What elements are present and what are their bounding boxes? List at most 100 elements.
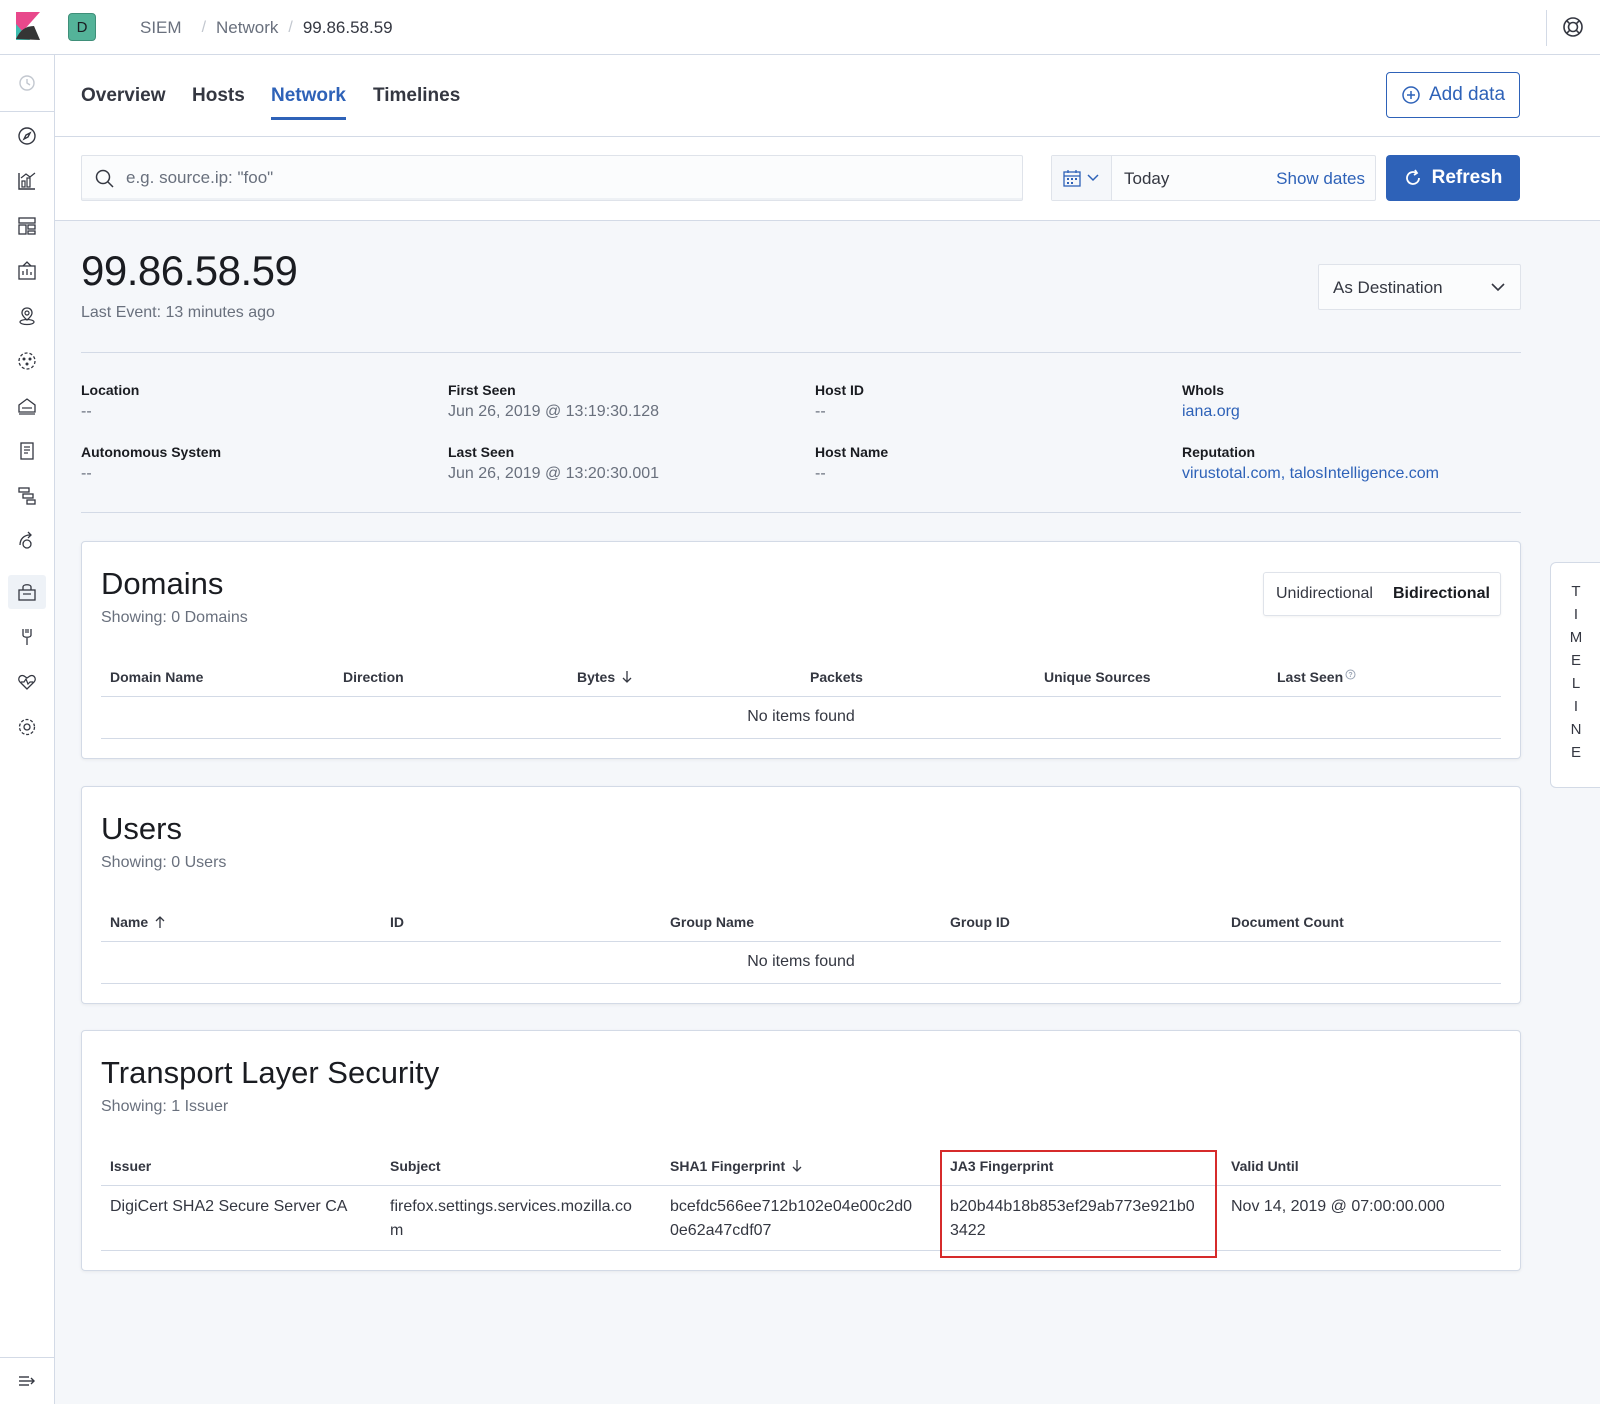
domains-panel: Domains Showing: 0 Domains Unidirectiona… (81, 541, 1521, 759)
dashboard-icon[interactable] (16, 215, 38, 237)
breadcrumb-separator: / (201, 19, 207, 36)
column-name-label: Name (110, 914, 149, 930)
canvas-icon[interactable] (16, 260, 38, 282)
recent-icon[interactable] (16, 72, 38, 94)
column-document-count[interactable]: Document Count (1231, 914, 1344, 930)
column-direction[interactable]: Direction (343, 669, 404, 685)
tab-overview[interactable]: Overview (81, 85, 166, 107)
whois-link[interactable]: iana.org (1182, 403, 1240, 420)
column-packets[interactable]: Packets (810, 669, 863, 685)
column-domain-name[interactable]: Domain Name (110, 669, 203, 685)
collapse-nav-icon[interactable] (16, 1370, 38, 1392)
reputation-separator: , (1280, 465, 1290, 482)
domains-count: Showing: 0 Domains (101, 609, 248, 626)
timeline-letter: E (1570, 744, 1581, 761)
tls-panel: Transport Layer Security Showing: 1 Issu… (81, 1030, 1521, 1271)
column-subject[interactable]: Subject (390, 1158, 441, 1174)
timeline-letter: I (1573, 606, 1579, 623)
help-icon[interactable] (1562, 16, 1584, 38)
column-issuer[interactable]: Issuer (110, 1158, 151, 1174)
timeline-flyout-tab[interactable]: T I M E L I N E (1550, 562, 1600, 788)
maps-icon[interactable] (16, 305, 38, 327)
side-navigation (0, 55, 55, 1404)
breadcrumb-siem[interactable]: SIEM (140, 18, 182, 38)
monitoring-icon[interactable] (16, 671, 38, 693)
top-header: D SIEM / Network / 99.86.58.59 (0, 0, 1600, 55)
autonomous-system-title: Autonomous System (81, 444, 222, 460)
uptime-icon[interactable] (16, 530, 38, 552)
sort-descending-icon (792, 1160, 802, 1172)
column-valid-until[interactable]: Valid Until (1231, 1158, 1299, 1174)
ml-icon[interactable] (16, 350, 38, 372)
table-row-divider (101, 1250, 1501, 1251)
timeline-letter: M (1569, 629, 1583, 646)
direction-toggle: Unidirectional Bidirectional (1263, 572, 1501, 616)
valid-until-cell: Nov 14, 2019 @ 07:00:00.000 (1231, 1198, 1445, 1215)
refresh-label: Refresh (1431, 167, 1503, 188)
column-name[interactable]: Name (110, 914, 166, 930)
header-divider (1546, 10, 1547, 46)
column-sha1-fingerprint[interactable]: SHA1 Fingerprint (670, 1158, 803, 1174)
tab-hosts[interactable]: Hosts (192, 85, 245, 107)
column-bytes[interactable]: Bytes (577, 669, 633, 685)
column-unique-sources[interactable]: Unique Sources (1044, 669, 1151, 685)
breadcrumb: SIEM / Network / 99.86.58.59 (140, 18, 393, 38)
virustotal-link[interactable]: virustotal.com (1182, 465, 1281, 482)
column-last-seen[interactable]: Last Seen ? (1277, 669, 1356, 685)
column-id[interactable]: ID (390, 914, 404, 930)
flow-target-value: As Destination (1333, 278, 1443, 297)
tab-network[interactable]: Network (271, 85, 346, 107)
apm-icon[interactable] (16, 485, 38, 507)
talos-link[interactable]: talosIntelligence.com (1290, 465, 1439, 482)
column-bytes-label: Bytes (577, 669, 616, 685)
date-picker: Today Show dates (1051, 155, 1376, 201)
visualize-icon[interactable] (16, 170, 38, 192)
show-dates-link[interactable]: Show dates (1276, 169, 1365, 189)
chevron-down-icon (1087, 174, 1099, 182)
discover-icon[interactable] (16, 125, 38, 147)
column-last-seen-label: Last Seen (1277, 669, 1344, 685)
timeline-letter: I (1573, 698, 1579, 715)
space-avatar[interactable]: D (68, 13, 96, 41)
question-icon[interactable]: ? (1345, 669, 1356, 680)
flow-target-select[interactable]: As Destination (1318, 264, 1521, 310)
search-field[interactable] (81, 155, 1023, 201)
quick-select-button[interactable] (1052, 156, 1112, 200)
breadcrumb-network[interactable]: Network (216, 18, 278, 38)
table-row-divider (101, 738, 1501, 739)
siem-tab-bar: Overview Hosts Network Timelines Add dat… (55, 55, 1600, 137)
management-icon[interactable] (16, 716, 38, 738)
first-seen-value: Jun 26, 2019 @ 13:19:30.128 (448, 403, 660, 420)
chevron-down-icon (1491, 283, 1505, 292)
kibana-logo-icon[interactable] (16, 12, 40, 40)
column-group-name[interactable]: Group Name (670, 914, 754, 930)
domains-empty-message: No items found (747, 708, 855, 725)
table-row-divider (101, 983, 1501, 984)
host-id-value: -- (815, 403, 826, 420)
tab-timelines[interactable]: Timelines (373, 85, 460, 107)
refresh-button[interactable]: Refresh (1386, 155, 1520, 201)
page-title: 99.86.58.59 (81, 247, 298, 294)
ja3-highlight-annotation (940, 1150, 1217, 1258)
location-value: -- (81, 403, 92, 420)
search-input[interactable] (126, 156, 1006, 200)
devtools-icon[interactable] (16, 626, 38, 648)
last-event-text: Last Event: 13 minutes ago (81, 304, 275, 321)
refresh-icon (1405, 169, 1420, 185)
breadcrumb-current: 99.86.58.59 (302, 18, 393, 37)
column-group-id[interactable]: Group ID (950, 914, 1010, 930)
active-tab-indicator (271, 117, 346, 120)
table-header-divider (101, 696, 1501, 697)
sha1-line: 0e62a47cdf07 (670, 1222, 772, 1239)
date-range-value[interactable]: Today (1124, 169, 1169, 189)
unidirectional-option[interactable]: Unidirectional (1276, 585, 1373, 603)
svg-text:?: ? (1349, 672, 1353, 679)
bidirectional-option[interactable]: Bidirectional (1393, 585, 1490, 603)
siem-icon[interactable] (16, 581, 38, 603)
reputation-value: virustotal.com, talosIntelligence.com (1182, 465, 1439, 483)
logs-icon[interactable] (16, 440, 38, 462)
infrastructure-icon[interactable] (16, 395, 38, 417)
add-data-button[interactable]: Add data (1386, 72, 1520, 118)
sort-ascending-icon (155, 916, 165, 928)
table-header-divider (101, 941, 1501, 942)
